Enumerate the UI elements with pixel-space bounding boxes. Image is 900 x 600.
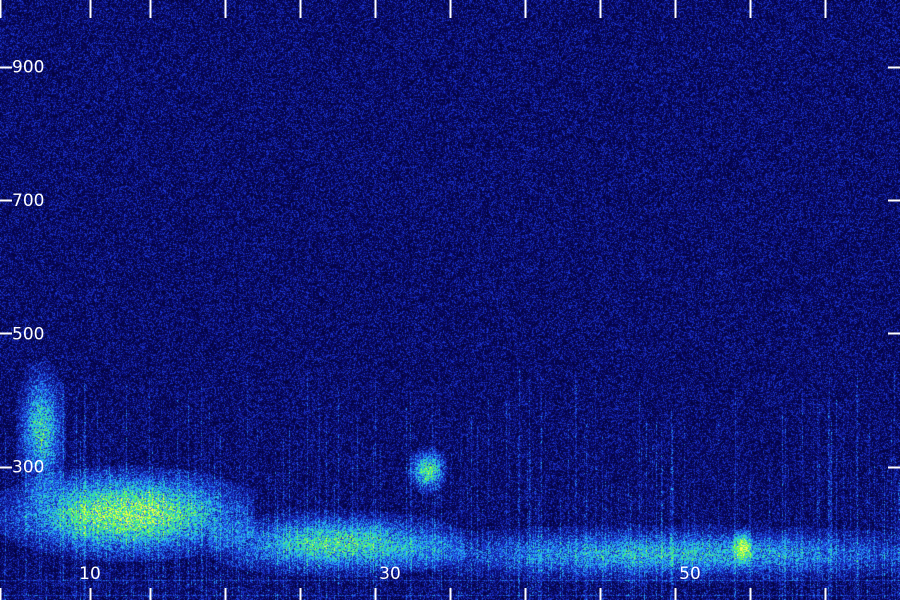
axes-overlay: 900 700 500 300 10 30 50 bbox=[0, 0, 900, 600]
x-tick-label: 50 bbox=[679, 564, 701, 584]
x-tick-label: 10 bbox=[79, 564, 101, 584]
y-tick-label: 900 bbox=[12, 58, 44, 78]
y-tick-label: 300 bbox=[12, 458, 44, 478]
x-tick-label: 30 bbox=[379, 564, 401, 584]
y-tick-label: 700 bbox=[12, 191, 44, 211]
y-tick-label: 500 bbox=[12, 324, 44, 344]
spectrogram: 900 700 500 300 10 30 50 bbox=[0, 0, 900, 600]
